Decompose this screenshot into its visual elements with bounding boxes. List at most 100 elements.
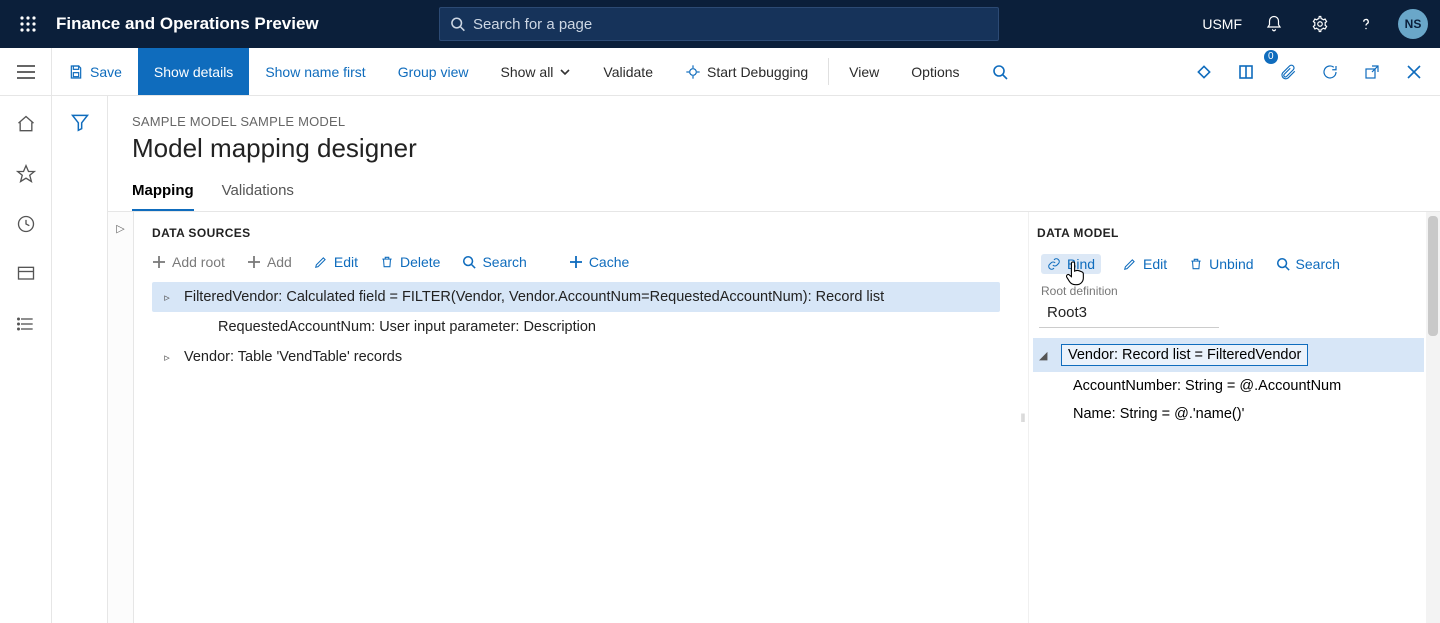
- link-icon: [1047, 257, 1061, 271]
- caret-icon[interactable]: ▹: [160, 291, 174, 304]
- validate-button[interactable]: Validate: [587, 48, 669, 95]
- options-label: Options: [911, 64, 959, 80]
- popout-button[interactable]: [1354, 54, 1390, 90]
- data-model-title: DATA MODEL: [1033, 226, 1430, 240]
- search-button[interactable]: Search: [462, 254, 526, 270]
- home-button[interactable]: [14, 112, 38, 136]
- ds-node[interactable]: RequestedAccountNum: User input paramete…: [152, 312, 1000, 342]
- search-button[interactable]: Search: [1276, 254, 1340, 274]
- group-view-label: Group view: [398, 64, 469, 80]
- data-sources-pane: ▷ DATA SOURCES Add root Add: [108, 212, 1018, 623]
- delete-button[interactable]: Delete: [380, 254, 440, 270]
- start-debugging-button[interactable]: Start Debugging: [669, 48, 824, 95]
- app-launcher-button[interactable]: [8, 4, 48, 44]
- ds-node-label: RequestedAccountNum: User input paramete…: [218, 319, 596, 335]
- close-button[interactable]: [1396, 54, 1432, 90]
- ds-node-label: Vendor: Table 'VendTable' records: [184, 349, 402, 365]
- notifications-button[interactable]: [1260, 10, 1288, 38]
- waffle-icon: [19, 15, 37, 33]
- save-icon: [68, 64, 84, 80]
- personalize-button[interactable]: [1186, 54, 1222, 90]
- edit-icon: [314, 255, 328, 269]
- tab-mapping[interactable]: Mapping: [132, 182, 194, 211]
- data-model-tree: ◢ Vendor: Record list = FilteredVendor A…: [1033, 338, 1430, 428]
- question-icon: [1357, 15, 1375, 33]
- vertical-scrollbar[interactable]: [1426, 212, 1440, 623]
- recent-button[interactable]: [14, 212, 38, 236]
- show-details-label: Show details: [154, 64, 233, 80]
- global-search-input[interactable]: [473, 16, 988, 33]
- hamburger-icon: [17, 65, 35, 79]
- pane-splitter[interactable]: ‖: [1018, 212, 1028, 623]
- dm-node[interactable]: AccountNumber: String = @.AccountNum: [1033, 372, 1424, 400]
- open-in-office-button[interactable]: [1228, 54, 1264, 90]
- filter-button[interactable]: [70, 112, 90, 623]
- trash-icon: [380, 255, 394, 269]
- trash-icon: [1189, 257, 1203, 271]
- data-sources-toolbar: Add root Add Edit Delete: [152, 254, 1000, 270]
- root-definition-label: Root definition: [1033, 284, 1430, 298]
- show-details-button[interactable]: Show details: [138, 48, 249, 95]
- data-model-toolbar: Bind Edit Unbind Search: [1033, 254, 1430, 274]
- settings-button[interactable]: [1306, 10, 1334, 38]
- help-button[interactable]: [1352, 10, 1380, 38]
- app-bar: Finance and Operations Preview USMF NS: [0, 0, 1440, 48]
- clock-icon: [16, 214, 36, 234]
- dm-node[interactable]: Name: String = @.'name()': [1033, 400, 1424, 428]
- plus-icon: [152, 255, 166, 269]
- favorites-button[interactable]: [14, 162, 38, 186]
- unbind-button[interactable]: Unbind: [1189, 254, 1253, 274]
- data-sources-title: DATA SOURCES: [152, 226, 1000, 240]
- modules-button[interactable]: [14, 312, 38, 336]
- show-name-first-button[interactable]: Show name first: [249, 48, 381, 95]
- search-icon: [1276, 257, 1290, 271]
- collapse-gutter[interactable]: ▷: [108, 212, 134, 623]
- search-icon: [992, 64, 1008, 80]
- separator: [828, 58, 829, 85]
- scrollbar-thumb[interactable]: [1428, 216, 1438, 336]
- data-model-pane: DATA MODEL Bind Edit Unbind: [1028, 212, 1440, 623]
- dm-node[interactable]: ◢ Vendor: Record list = FilteredVendor: [1033, 338, 1424, 372]
- user-avatar[interactable]: NS: [1398, 9, 1428, 39]
- ds-node-label: FilteredVendor: Calculated field = FILTE…: [184, 289, 884, 305]
- group-view-button[interactable]: Group view: [382, 48, 485, 95]
- global-search[interactable]: [439, 7, 999, 41]
- caret-down-icon[interactable]: ◢: [1039, 349, 1053, 362]
- org-label[interactable]: USMF: [1202, 16, 1242, 32]
- command-bar: Save Show details Show name first Group …: [0, 48, 1440, 96]
- add-button[interactable]: Add: [247, 254, 292, 270]
- bind-button[interactable]: Bind: [1041, 254, 1101, 274]
- ds-node[interactable]: ▹ Vendor: Table 'VendTable' records: [152, 342, 1000, 372]
- plus-icon: [569, 255, 583, 269]
- debug-icon: [685, 64, 701, 80]
- workspaces-button[interactable]: [14, 262, 38, 286]
- diamond-icon: [1195, 63, 1213, 81]
- breadcrumb: SAMPLE MODEL SAMPLE MODEL: [132, 114, 1416, 129]
- filter-icon: [70, 112, 90, 132]
- view-label: View: [849, 64, 879, 80]
- nav-toggle-button[interactable]: [0, 48, 52, 95]
- root-definition-value[interactable]: Root3: [1039, 298, 1219, 328]
- save-button[interactable]: Save: [52, 48, 138, 95]
- validate-label: Validate: [603, 64, 653, 80]
- app-title: Finance and Operations Preview: [56, 14, 319, 34]
- ds-node[interactable]: ▹ FilteredVendor: Calculated field = FIL…: [152, 282, 1000, 312]
- show-all-dropdown[interactable]: Show all: [485, 48, 588, 95]
- list-icon: [16, 314, 36, 334]
- add-root-button[interactable]: Add root: [152, 254, 225, 270]
- search-icon: [450, 16, 465, 32]
- caret-icon[interactable]: ▹: [160, 351, 174, 364]
- home-icon: [16, 114, 36, 134]
- attachments-button[interactable]: 0: [1270, 54, 1306, 90]
- options-menu[interactable]: Options: [895, 48, 975, 95]
- tab-validations[interactable]: Validations: [222, 182, 294, 211]
- edit-button[interactable]: Edit: [1123, 254, 1167, 274]
- refresh-button[interactable]: [1312, 54, 1348, 90]
- view-menu[interactable]: View: [833, 48, 895, 95]
- edit-button[interactable]: Edit: [314, 254, 358, 270]
- find-button[interactable]: [976, 48, 1024, 95]
- paperclip-icon: [1279, 63, 1297, 81]
- chevron-right-icon: ▷: [116, 222, 124, 235]
- cache-button[interactable]: Cache: [569, 254, 629, 270]
- filter-rail: [52, 96, 108, 623]
